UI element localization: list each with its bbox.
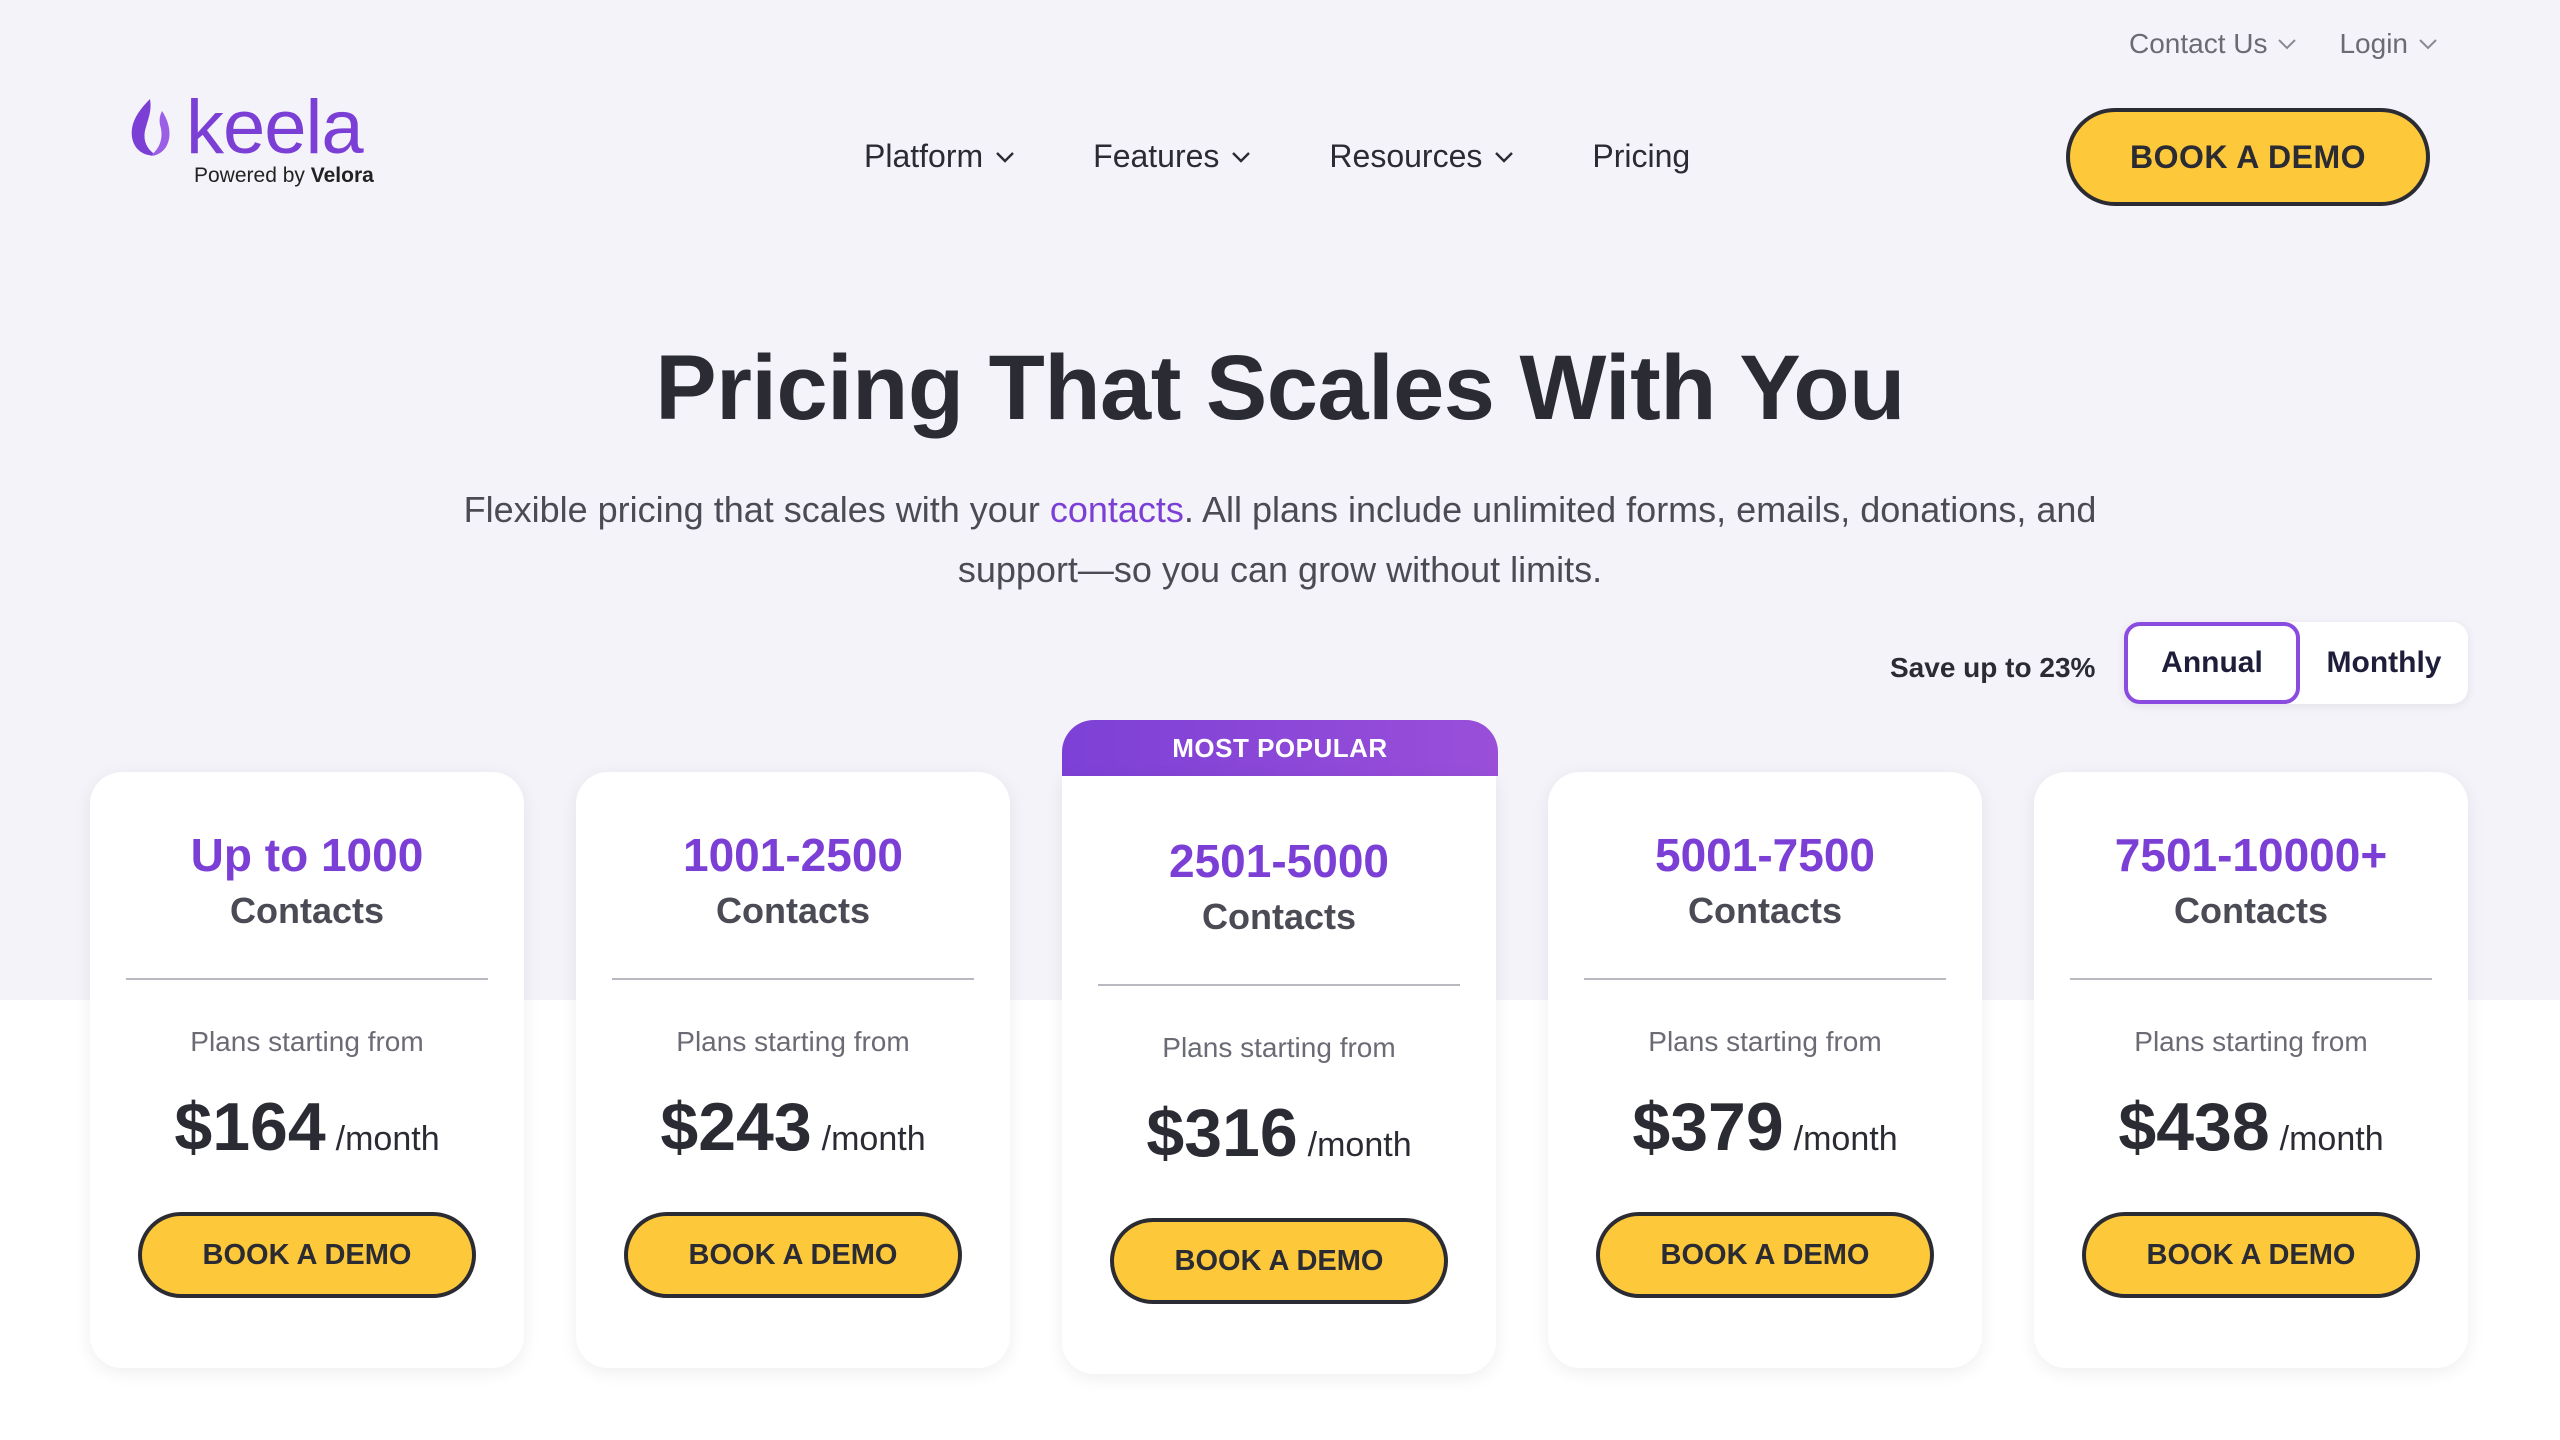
contacts-link[interactable]: contacts [1050, 489, 1184, 530]
plan-book-demo-button[interactable]: BOOK A DEMO [624, 1212, 962, 1298]
nav-features-label: Features [1093, 138, 1220, 174]
card-divider [612, 978, 974, 980]
login-label: Login [2339, 28, 2408, 59]
card-divider [126, 978, 488, 980]
plan-contact-range: Up to 1000 [190, 829, 424, 881]
plan-price-row: $164 /month [90, 1088, 524, 1166]
header-book-demo-button[interactable]: BOOK A DEMO [2066, 108, 2430, 206]
contact-us-link[interactable]: Contact Us [2129, 28, 2300, 60]
plan-card: 7501-10000+ Contacts Plans starting from… [2034, 772, 2468, 1368]
most-popular-badge: MOST POPULAR [1062, 720, 1498, 776]
nav-resources[interactable]: Resources [1329, 138, 1516, 175]
contact-us-label: Contact Us [2128, 28, 2268, 59]
plan-card-popular: 2501-5000 Contacts Plans starting from $… [1062, 776, 1496, 1374]
keela-logo[interactable]: keela Powered by Velora [126, 85, 374, 188]
plan-contact-unit: Contacts [2173, 890, 2329, 931]
plan-contact-range: 7501-10000+ [2114, 829, 2388, 881]
plan-contact-range: 2501-5000 [1169, 835, 1389, 887]
plan-period: /month [1793, 1120, 1898, 1158]
plan-period: /month [2279, 1120, 2384, 1158]
pricing-page: Contact Us Login keela Powered by Velora… [0, 0, 2560, 1440]
plan-from-label: Plans starting from [1648, 1026, 1882, 1057]
nav-pricing[interactable]: Pricing [1592, 138, 1690, 175]
chevron-down-icon [2278, 39, 2297, 50]
plan-from-label: Plans starting from [190, 1026, 424, 1057]
plan-contact-unit: Contacts [715, 890, 871, 931]
plan-price: $164 [174, 1089, 326, 1165]
plan-book-demo-button[interactable]: BOOK A DEMO [2082, 1212, 2420, 1298]
plan-price: $379 [1632, 1089, 1784, 1165]
plan-price: $243 [660, 1089, 812, 1165]
main-nav: Platform Features Resources Pricing [864, 138, 1690, 175]
keela-flame-icon [131, 99, 170, 156]
login-link[interactable]: Login [2339, 28, 2440, 60]
nav-resources-label: Resources [1329, 138, 1483, 174]
plan-price-row: $243 /month [576, 1088, 1010, 1166]
plan-book-demo-button[interactable]: BOOK A DEMO [1110, 1218, 1448, 1304]
plan-from-label: Plans starting from [1162, 1032, 1396, 1063]
logo-wordmark: keela [186, 85, 364, 170]
plan-price-row: $379 /month [1548, 1088, 1982, 1166]
nav-platform-label: Platform [864, 138, 984, 174]
plan-price-row: $438 /month [2034, 1088, 2468, 1166]
nav-features[interactable]: Features [1093, 138, 1253, 175]
card-divider [1098, 984, 1460, 986]
nav-platform[interactable]: Platform [864, 138, 1017, 175]
plan-contact-range: 5001-7500 [1655, 829, 1875, 881]
plan-period: /month [821, 1120, 926, 1158]
nav-pricing-label: Pricing [1592, 138, 1691, 174]
plan-card: 5001-7500 Contacts Plans starting from $… [1548, 772, 1982, 1368]
plan-price-row: $316 /month [1062, 1094, 1496, 1172]
billing-toggle: Annual Monthly [2124, 622, 2468, 704]
save-label: Save up to 23% [1890, 652, 2096, 683]
plan-book-demo-button[interactable]: BOOK A DEMO [1596, 1212, 1934, 1298]
plan-contact-unit: Contacts [229, 890, 385, 931]
plan-card: 1001-2500 Contacts Plans starting from $… [576, 772, 1010, 1368]
logo-tagline: Powered by Velora [194, 164, 374, 188]
logo-tagline-prefix: Powered by [194, 164, 305, 187]
chevron-down-icon [1232, 151, 1251, 163]
plan-card: Up to 1000 Contacts Plans starting from … [90, 772, 524, 1368]
plan-price: $316 [1146, 1095, 1298, 1171]
chevron-down-icon [996, 151, 1014, 163]
plan-contact-unit: Contacts [1201, 896, 1357, 937]
plan-period: /month [335, 1120, 440, 1158]
plan-price: $438 [2118, 1089, 2270, 1165]
plan-period: /month [1307, 1126, 1412, 1164]
subtitle-text-before: Flexible pricing that scales with your [463, 489, 1050, 530]
plan-book-demo-button[interactable]: BOOK A DEMO [138, 1212, 476, 1298]
annual-option[interactable]: Annual [2124, 622, 2300, 704]
plan-contact-range: 1001-2500 [683, 829, 903, 881]
chevron-down-icon [1495, 151, 1514, 163]
logo-tagline-brand: Velora [310, 164, 374, 187]
page-title: Pricing That Scales With You [655, 337, 1905, 439]
plan-from-label: Plans starting from [676, 1026, 910, 1057]
plan-from-label: Plans starting from [2134, 1026, 2368, 1057]
card-divider [2070, 978, 2432, 980]
card-divider [1584, 978, 1946, 980]
chevron-down-icon [2419, 39, 2437, 50]
utility-nav: Contact Us Login [2129, 28, 2440, 60]
plan-contact-unit: Contacts [1687, 890, 1843, 931]
page-subtitle: Flexible pricing that scales with your c… [400, 480, 2160, 600]
monthly-option[interactable]: Monthly [2300, 622, 2468, 704]
